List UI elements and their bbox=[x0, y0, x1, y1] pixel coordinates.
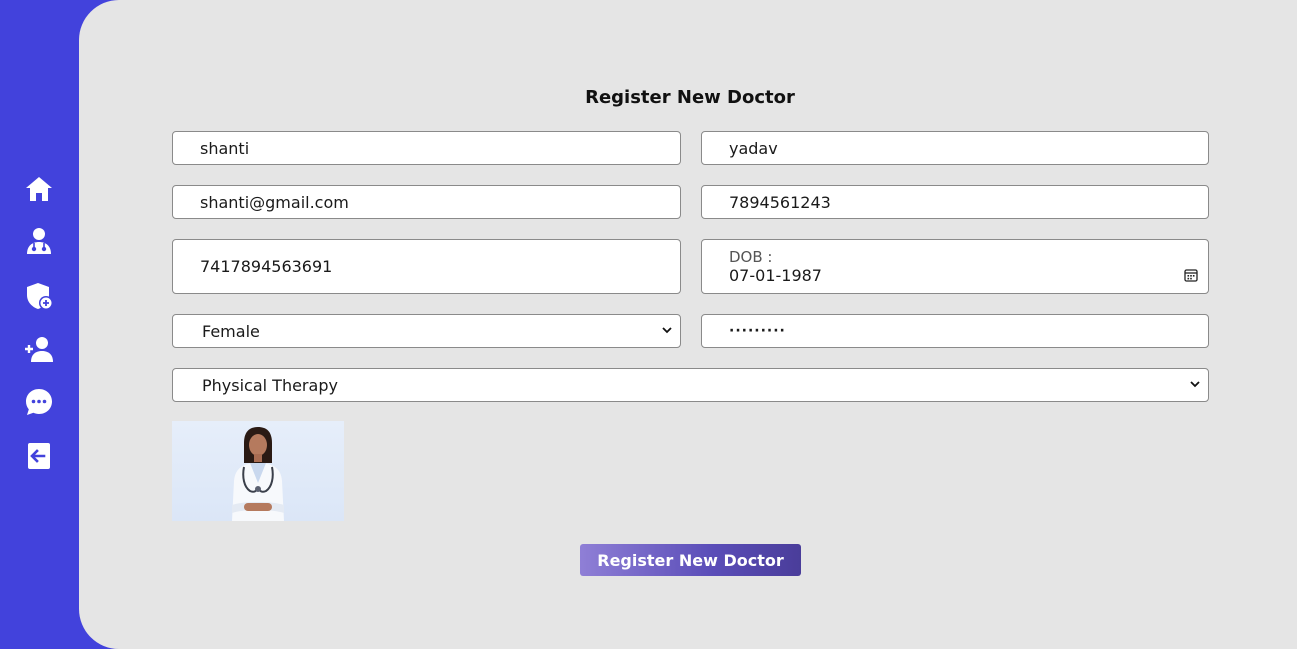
sidebar bbox=[0, 0, 80, 649]
shield-plus-icon bbox=[27, 283, 53, 310]
password-input[interactable]: ········· bbox=[701, 314, 1209, 348]
first-name-value: shanti bbox=[200, 138, 250, 158]
gender-select[interactable]: Female bbox=[172, 314, 681, 348]
nav-add-department[interactable] bbox=[22, 279, 56, 313]
nav-home[interactable] bbox=[22, 172, 56, 206]
id-number-value: 7417894563691 bbox=[200, 257, 333, 276]
chevron-down-icon bbox=[662, 327, 672, 334]
register-doctor-button[interactable]: Register New Doctor bbox=[580, 544, 801, 576]
nav-messages[interactable] bbox=[22, 385, 56, 419]
department-value: Physical Therapy bbox=[202, 375, 338, 395]
first-name-input[interactable]: shanti bbox=[172, 131, 681, 165]
nav-add-user[interactable] bbox=[22, 332, 56, 366]
calendar-icon[interactable] bbox=[1184, 268, 1198, 282]
password-value: ········· bbox=[729, 323, 786, 339]
main-panel: Register New Doctor shanti yadav shanti@… bbox=[79, 0, 1297, 649]
chat-icon bbox=[26, 389, 52, 415]
dob-input[interactable]: DOB : 07-01-1987 bbox=[701, 239, 1209, 294]
page-title: Register New Doctor bbox=[585, 87, 795, 108]
department-select[interactable]: Physical Therapy bbox=[172, 368, 1209, 402]
gender-value: Female bbox=[202, 321, 260, 341]
phone-value: 7894561243 bbox=[729, 192, 831, 212]
doctor-photo bbox=[172, 421, 344, 521]
nav-logout[interactable] bbox=[22, 439, 56, 473]
last-name-value: yadav bbox=[729, 138, 778, 158]
email-value: shanti@gmail.com bbox=[200, 192, 349, 212]
chevron-down-icon bbox=[1190, 381, 1200, 388]
user-plus-icon bbox=[25, 337, 53, 362]
doctor-photo-illustration bbox=[232, 427, 284, 521]
phone-input[interactable]: 7894561243 bbox=[701, 185, 1209, 219]
logout-icon bbox=[28, 443, 50, 469]
home-icon bbox=[26, 177, 52, 201]
email-input[interactable]: shanti@gmail.com bbox=[172, 185, 681, 219]
dob-value: 07-01-1987 bbox=[729, 265, 822, 285]
id-number-input[interactable]: 7417894563691 bbox=[172, 239, 681, 294]
last-name-input[interactable]: yadav bbox=[701, 131, 1209, 165]
dob-label: DOB : bbox=[729, 247, 773, 266]
nav-doctors[interactable] bbox=[22, 224, 56, 258]
doctor-icon bbox=[27, 228, 51, 254]
